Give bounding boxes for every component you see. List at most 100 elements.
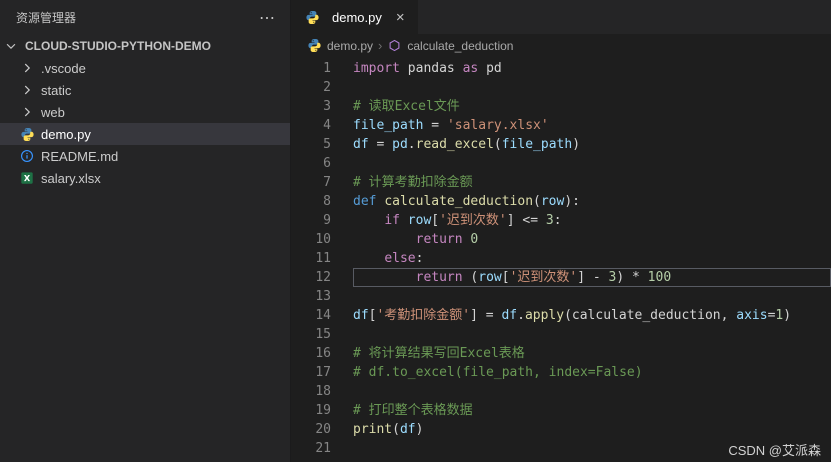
tree-item-label: salary.xlsx [41, 170, 101, 186]
line-number[interactable]: 11 [291, 249, 353, 268]
code-line-20[interactable]: 20 print(df) [291, 420, 831, 439]
tree-item--vscode[interactable]: .vscode [0, 57, 290, 79]
tree-item-label: static [41, 82, 72, 98]
symbol-function-icon [387, 38, 402, 54]
line-number[interactable]: 9 [291, 211, 353, 230]
close-icon[interactable]: × [393, 9, 408, 26]
line-number[interactable]: 7 [291, 173, 353, 192]
excel-icon [18, 170, 36, 186]
line-number[interactable]: 6 [291, 154, 353, 173]
python-icon [307, 38, 322, 54]
line-content[interactable]: # df.to_excel(file_path, index=False) [353, 363, 831, 382]
line-number[interactable]: 3 [291, 97, 353, 116]
code-line-14[interactable]: 14 df['考勤扣除金额'] = df.apply(calculate_dedu… [291, 306, 831, 325]
breadcrumb-symbol[interactable]: calculate_deduction [407, 39, 513, 53]
line-number[interactable]: 5 [291, 135, 353, 154]
line-number[interactable]: 4 [291, 116, 353, 135]
tree-item-label: README.md [41, 148, 119, 164]
chevron-right-icon [18, 60, 36, 76]
watermark: CSDN @艾派森 [728, 443, 821, 458]
chevron-right-icon [18, 82, 36, 98]
breadcrumb-separator: › [378, 38, 383, 53]
code-line-12[interactable]: 12 return (row['迟到次数'] - 3) * 100 [291, 268, 831, 287]
line-content[interactable]: return (row['迟到次数'] - 3) * 100 [353, 268, 831, 287]
explorer-sidebar: 资源管理器 ⋯ CLOUD-STUDIO-PYTHON-DEMO .vscode… [0, 0, 291, 462]
line-content[interactable]: # 计算考勤扣除金额 [353, 173, 831, 192]
line-content[interactable] [353, 78, 831, 97]
line-number[interactable]: 10 [291, 230, 353, 249]
tree-item-label: web [41, 104, 65, 120]
tree-root-folder[interactable]: CLOUD-STUDIO-PYTHON-DEMO [0, 35, 290, 57]
line-content[interactable]: if row['迟到次数'] <= 3: [353, 211, 831, 230]
line-content[interactable] [353, 325, 831, 344]
code-area: 1 import pandas as pd 2 3 # 读取Excel文件 4 file_p… [291, 57, 831, 462]
line-content[interactable]: # 将计算结果写回Excel表格 [353, 344, 831, 363]
line-number[interactable]: 17 [291, 363, 353, 382]
chevron-down-icon [2, 38, 20, 54]
tree-item-label: .vscode [41, 60, 86, 76]
line-number[interactable]: 13 [291, 287, 353, 306]
line-content[interactable]: def calculate_deduction(row): [353, 192, 831, 211]
line-content[interactable]: import pandas as pd [353, 59, 831, 78]
line-number[interactable]: 16 [291, 344, 353, 363]
line-content[interactable]: else: [353, 249, 831, 268]
line-content[interactable]: # 读取Excel文件 [353, 97, 831, 116]
line-number[interactable]: 15 [291, 325, 353, 344]
root-folder-label: CLOUD-STUDIO-PYTHON-DEMO [25, 39, 211, 53]
line-number[interactable]: 18 [291, 382, 353, 401]
code-line-18[interactable]: 18 [291, 382, 831, 401]
code-line-3[interactable]: 3 # 读取Excel文件 [291, 97, 831, 116]
code-line-13[interactable]: 13 [291, 287, 831, 306]
more-actions-icon[interactable]: ⋯ [259, 8, 276, 28]
code-line-2[interactable]: 2 [291, 78, 831, 97]
line-content[interactable]: # 打印整个表格数据 [353, 401, 831, 420]
line-number[interactable]: 21 [291, 439, 353, 458]
tab-demo-py[interactable]: demo.py × [291, 0, 418, 34]
code-line-16[interactable]: 16 # 将计算结果写回Excel表格 [291, 344, 831, 363]
line-content[interactable]: print(df) [353, 420, 831, 439]
code-line-9[interactable]: 9 if row['迟到次数'] <= 3: [291, 211, 831, 230]
tree-item-label: demo.py [41, 126, 91, 142]
code-line-8[interactable]: 8 def calculate_deduction(row): [291, 192, 831, 211]
line-content[interactable]: df['考勤扣除金额'] = df.apply(calculate_deduct… [353, 306, 831, 325]
info-icon [18, 148, 36, 164]
chevron-right-icon [18, 104, 36, 120]
line-content[interactable]: df = pd.read_excel(file_path) [353, 135, 831, 154]
code-line-10[interactable]: 10 return 0 [291, 230, 831, 249]
tree-item-demo-py[interactable]: demo.py [0, 123, 290, 145]
line-content[interactable]: return 0 [353, 230, 831, 249]
line-number[interactable]: 8 [291, 192, 353, 211]
explorer-header: 资源管理器 ⋯ [0, 0, 290, 35]
tab-bar: demo.py × [291, 0, 831, 34]
tree-item-readme-md[interactable]: README.md [0, 145, 290, 167]
tree-item-salary-xlsx[interactable]: salary.xlsx [0, 167, 290, 189]
line-content[interactable] [353, 382, 831, 401]
code-line-15[interactable]: 15 [291, 325, 831, 344]
app-window: 资源管理器 ⋯ CLOUD-STUDIO-PYTHON-DEMO .vscode… [0, 0, 831, 462]
tab-label: demo.py [332, 9, 382, 25]
line-number[interactable]: 12 [291, 268, 353, 287]
code-line-6[interactable]: 6 [291, 154, 831, 173]
python-icon [303, 9, 321, 25]
breadcrumb-file[interactable]: demo.py [327, 39, 373, 53]
line-number[interactable]: 14 [291, 306, 353, 325]
line-number[interactable]: 2 [291, 78, 353, 97]
line-content[interactable]: file_path = 'salary.xlsx' [353, 116, 831, 135]
editor-area: demo.py × demo.py › calculate_deduction … [291, 0, 831, 462]
tree-item-web[interactable]: web [0, 101, 290, 123]
line-content[interactable] [353, 287, 831, 306]
code-line-19[interactable]: 19 # 打印整个表格数据 [291, 401, 831, 420]
code-line-11[interactable]: 11 else: [291, 249, 831, 268]
code-line-4[interactable]: 4 file_path = 'salary.xlsx' [291, 116, 831, 135]
tree-item-static[interactable]: static [0, 79, 290, 101]
code-line-1[interactable]: 1 import pandas as pd [291, 59, 831, 78]
code-line-17[interactable]: 17 # df.to_excel(file_path, index=False) [291, 363, 831, 382]
line-content[interactable] [353, 154, 831, 173]
line-number[interactable]: 19 [291, 401, 353, 420]
python-icon [18, 126, 36, 142]
code-line-7[interactable]: 7 # 计算考勤扣除金额 [291, 173, 831, 192]
code-line-5[interactable]: 5 df = pd.read_excel(file_path) [291, 135, 831, 154]
explorer-title: 资源管理器 [16, 11, 77, 25]
line-number[interactable]: 1 [291, 59, 353, 78]
line-number[interactable]: 20 [291, 420, 353, 439]
